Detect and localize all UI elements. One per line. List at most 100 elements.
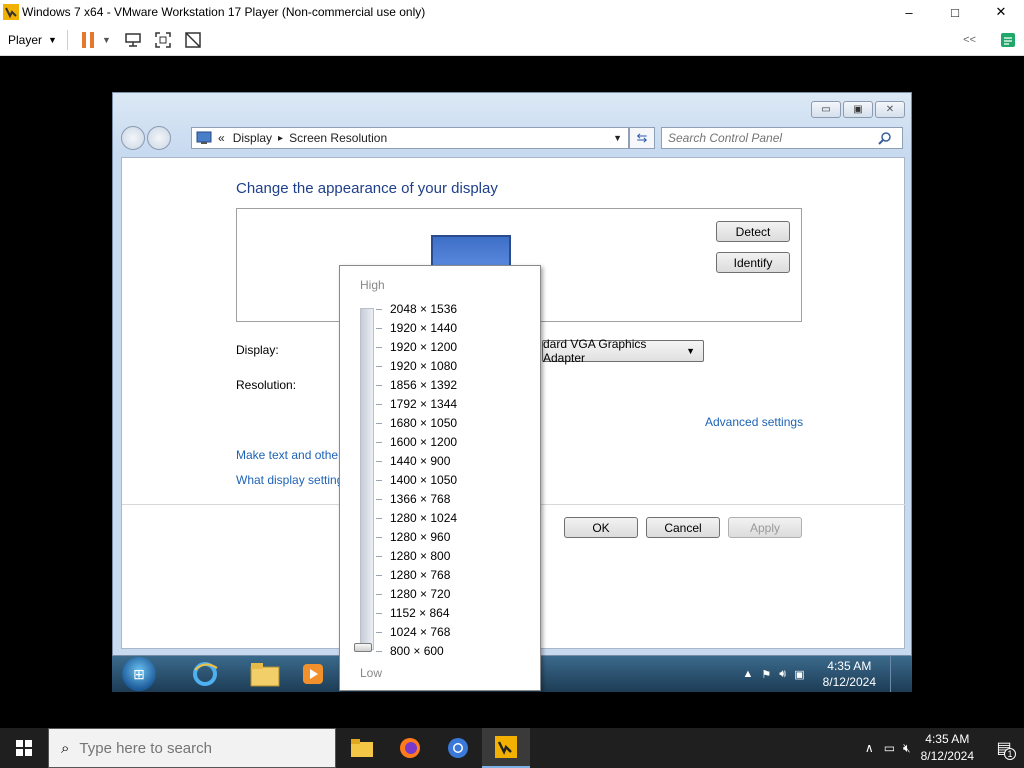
volume-icon[interactable]: 🔊︎ (779, 668, 786, 681)
resolution-option[interactable]: 1024 × 768 (390, 623, 457, 642)
slider-tick (376, 499, 382, 500)
display-settings-help-link[interactable]: What display setting (236, 473, 343, 487)
resolution-option[interactable]: 1366 × 768 (390, 490, 457, 509)
taskbar-media-player[interactable] (302, 657, 326, 691)
collapse-toolbar-button[interactable]: << (963, 34, 976, 46)
host-search-box[interactable]: ⌕ (48, 728, 336, 768)
breadcrumb-arrow[interactable]: ▸ (278, 133, 283, 144)
host-search-input[interactable] (79, 739, 310, 757)
ok-button[interactable]: OK (564, 517, 638, 538)
slider-tick (376, 594, 382, 595)
resolution-option[interactable]: 1680 × 1050 (390, 414, 457, 433)
start-button[interactable] (0, 728, 48, 768)
resolution-option[interactable]: 1280 × 960 (390, 528, 457, 547)
search-input[interactable] (668, 131, 878, 145)
cp-close-button[interactable]: ✕ (875, 101, 905, 118)
resolution-option[interactable]: 1152 × 864 (390, 604, 457, 623)
taskbar-chrome[interactable] (434, 728, 482, 768)
message-log-button[interactable] (998, 30, 1018, 50)
pause-dropdown-icon[interactable]: ▼ (102, 35, 111, 45)
show-hidden-icons-button[interactable]: ∧ (865, 741, 874, 755)
show-hidden-icons-button[interactable]: ▲ (743, 668, 754, 680)
player-menu-button[interactable]: Player ▼ (8, 33, 57, 47)
resolution-dropdown[interactable]: High 2048 × 1536 1920 × 1440 1920 × 1200… (339, 265, 541, 691)
show-desktop-button[interactable] (890, 656, 900, 692)
control-panel-icon (196, 131, 212, 144)
maximize-button[interactable]: □ (932, 0, 978, 24)
refresh-button[interactable]: ⇆ (629, 127, 655, 149)
text-size-link[interactable]: Make text and other (236, 448, 342, 462)
resolution-option[interactable]: 1280 × 768 (390, 566, 457, 585)
notification-center-button[interactable]: ▤ 1 (984, 728, 1024, 768)
resolution-option[interactable]: 1400 × 1050 (390, 471, 457, 490)
apply-button[interactable]: Apply (728, 517, 802, 538)
chevron-down-icon: ▼ (48, 34, 57, 45)
resolution-option[interactable]: 1920 × 1200 (390, 338, 457, 357)
slider-tick (376, 347, 382, 348)
resolution-option[interactable]: 1920 × 1080 (390, 357, 457, 376)
slider-tick (376, 404, 382, 405)
search-icon: ⌕ (61, 739, 70, 757)
resolution-option[interactable]: 1600 × 1200 (390, 433, 457, 452)
resolution-option[interactable]: 1920 × 1440 (390, 319, 457, 338)
host-clock[interactable]: 4:35 AM 8/12/2024 (921, 731, 974, 765)
resolution-low-label: Low (360, 666, 383, 680)
resolution-slider-thumb[interactable] (354, 643, 372, 652)
resolution-option[interactable]: 1440 × 900 (390, 452, 457, 471)
resolution-option[interactable]: 2048 × 1536 (390, 300, 457, 319)
guest-clock[interactable]: 4:35 AM 8/12/2024 (823, 658, 876, 690)
forward-button[interactable] (147, 126, 171, 150)
resolution-option-selected[interactable]: 800 × 600 (390, 642, 457, 661)
toolbar-divider (66, 29, 68, 50)
action-center-flag-icon[interactable]: ⚑ (761, 668, 771, 681)
chrome-icon (448, 738, 468, 758)
close-button[interactable]: ✕ (978, 0, 1024, 24)
breadcrumb-separator: « (218, 131, 225, 145)
breadcrumb-screen-resolution[interactable]: Screen Resolution (289, 131, 387, 145)
network-icon[interactable]: ▭ (884, 741, 895, 755)
cancel-button[interactable]: Cancel (646, 517, 720, 538)
slider-tick (376, 328, 382, 329)
taskbar-firefox[interactable] (386, 728, 434, 768)
navigation-bar: « Display ▸ Screen Resolution ▼ ⇆ (121, 125, 905, 151)
fullscreen-button[interactable] (153, 30, 173, 50)
host-date: 8/12/2024 (920, 749, 974, 763)
send-ctrl-alt-del-button[interactable] (123, 30, 143, 50)
display-label: Display: (236, 343, 279, 357)
taskbar-explorer[interactable] (242, 657, 288, 691)
search-box[interactable] (661, 127, 903, 149)
resolution-slider-track[interactable] (360, 308, 374, 650)
breadcrumb-display[interactable]: Display (233, 131, 272, 145)
taskbar-vmware[interactable] (482, 728, 530, 768)
internet-explorer-icon (193, 662, 218, 686)
address-dropdown-icon[interactable]: ▼ (613, 133, 622, 143)
identify-button[interactable]: Identify (716, 252, 790, 273)
display-select[interactable]: dard VGA Graphics Adapter ▼ (542, 337, 704, 365)
advanced-settings-link[interactable]: Advanced settings (705, 415, 803, 429)
resolution-option[interactable]: 1792 × 1344 (390, 395, 457, 414)
detect-button[interactable]: Detect (716, 221, 790, 242)
network-icon[interactable]: ▣ (794, 668, 804, 681)
player-menu-label: Player (8, 32, 43, 47)
back-button[interactable] (121, 126, 145, 150)
resolution-option[interactable]: 1280 × 1024 (390, 509, 457, 528)
resolution-option[interactable]: 1856 × 1392 (390, 376, 457, 395)
taskbar-internet-explorer[interactable] (182, 657, 228, 691)
start-orb-button[interactable]: ⊞ (122, 657, 156, 691)
volume-muted-icon[interactable]: 🔇︎ (903, 741, 911, 756)
resolution-option[interactable]: 1280 × 720 (390, 585, 457, 604)
cp-maximize-button[interactable]: ▣ (843, 101, 873, 118)
windows-logo-icon: ⊞ (133, 665, 145, 682)
note-icon (1001, 32, 1015, 47)
cp-minimize-button[interactable]: ▭ (811, 101, 841, 118)
unity-button[interactable] (183, 30, 203, 50)
pause-button[interactable] (78, 30, 98, 50)
slider-tick (376, 632, 382, 633)
taskbar-file-explorer[interactable] (338, 728, 386, 768)
slider-tick (376, 651, 382, 652)
resolution-option[interactable]: 1280 × 800 (390, 547, 457, 566)
guest-time: 4:35 AM (827, 659, 872, 673)
vmware-logo-icon (495, 736, 517, 758)
minimize-button[interactable]: – (886, 0, 932, 24)
address-bar[interactable]: « Display ▸ Screen Resolution ▼ (191, 127, 629, 149)
